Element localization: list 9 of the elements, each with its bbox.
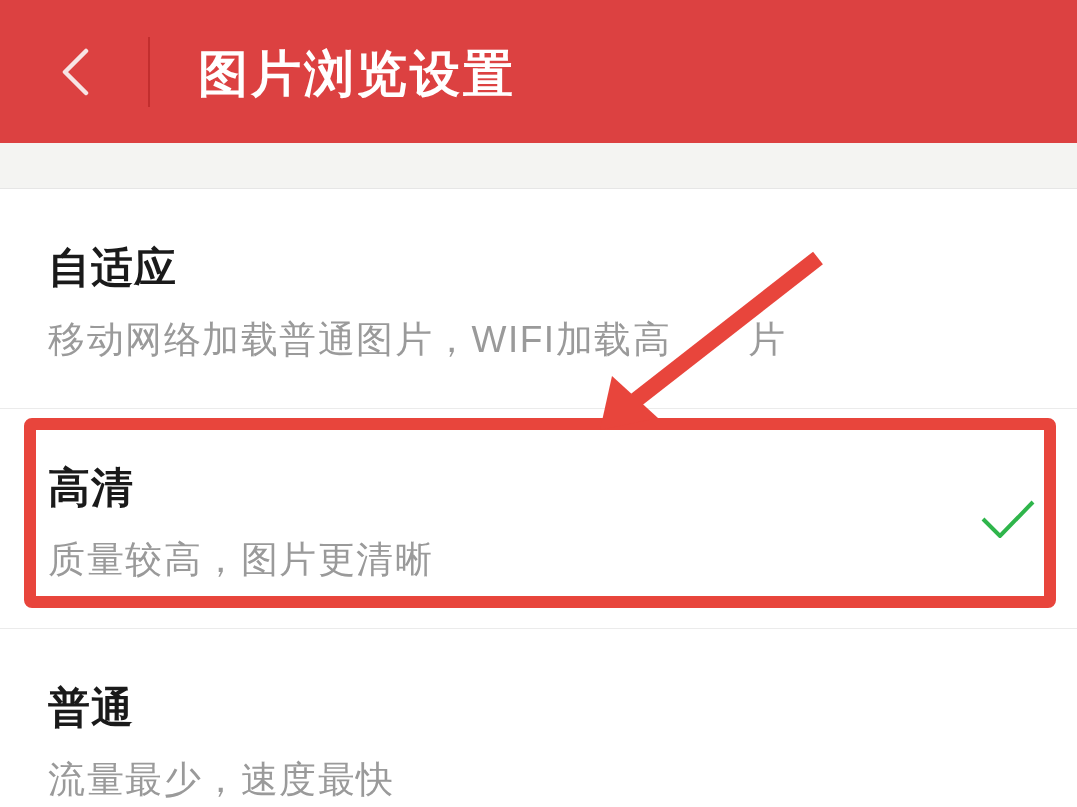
page-title: 图片浏览设置 <box>198 48 516 99</box>
option-title: 普通 <box>48 683 134 733</box>
option-title: 高清 <box>48 463 134 513</box>
option-description: 流量最少，速度最快 <box>48 758 395 802</box>
option-description: 质量较高，图片更清晰 <box>48 538 433 582</box>
option-description: 片 <box>748 318 787 362</box>
back-chevron-icon <box>60 47 90 96</box>
option-title: 自适应 <box>48 243 177 293</box>
option-description: 移动网络加载普通图片，WIFI加载高 <box>48 318 672 362</box>
